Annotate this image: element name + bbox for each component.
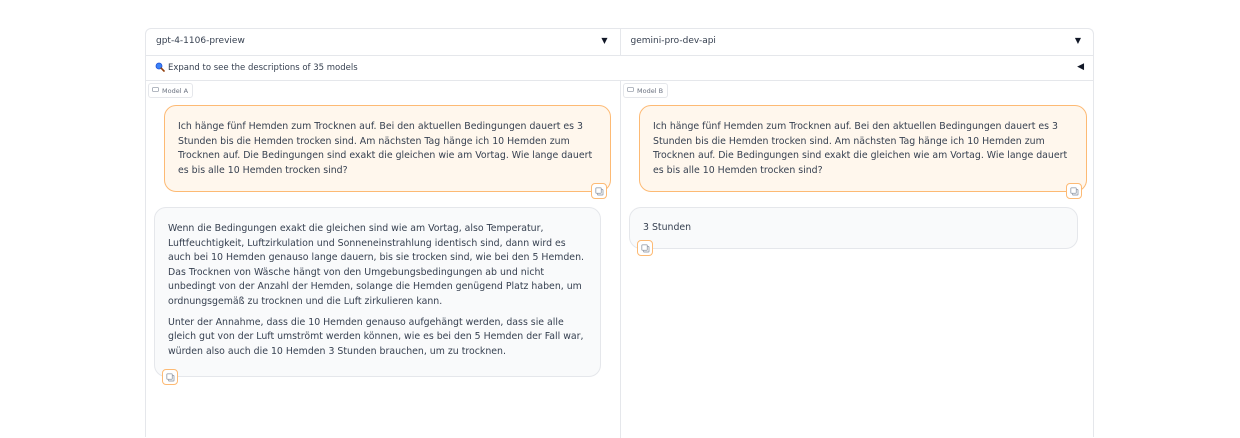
panel-label-text: Model B — [637, 86, 664, 95]
chat-bubble-icon — [627, 86, 634, 95]
bot-message: Wenn die Bedingungen exakt die gleichen … — [154, 207, 601, 377]
user-message: Ich hänge fünf Hemden zum Trocknen auf. … — [639, 105, 1087, 192]
panel-label-model-a: Model A — [148, 83, 194, 98]
user-message-text: Ich hänge fünf Hemden zum Trocknen auf. … — [653, 121, 1068, 176]
copy-icon — [165, 372, 174, 381]
model-a-selected-value: gpt-4-1106-preview — [156, 36, 245, 46]
model-descriptions-accordion[interactable]: Expand to see the descriptions of 35 mod… — [146, 56, 1093, 81]
bot-message-paragraph: Unter der Annahme, dass die 10 Hemden ge… — [168, 316, 584, 357]
model-b-selected-value: gemini-pro-dev-api — [630, 36, 716, 46]
copy-button[interactable] — [1066, 183, 1082, 199]
copy-icon — [594, 186, 603, 195]
copy-icon — [640, 243, 649, 252]
caret-down-icon: ▼ — [601, 36, 608, 45]
magnifier-icon — [155, 62, 165, 75]
bot-message-paragraph: 3 Stunden — [643, 222, 692, 233]
model-a-dropdown[interactable]: gpt-4-1106-preview ▼ — [146, 29, 620, 55]
copy-button[interactable] — [637, 240, 653, 256]
model-b-dropdown[interactable]: gemini-pro-dev-api ▼ — [619, 29, 1094, 55]
caret-down-icon: ▼ — [1074, 36, 1081, 45]
copy-button[interactable] — [162, 369, 178, 385]
arena-frame: gpt-4-1106-preview ▼ gemini-pro-dev-api … — [145, 28, 1095, 438]
user-message: Ich hänge fünf Hemden zum Trocknen auf. … — [164, 105, 611, 192]
chatbot-panel-model-a: Model A Ich hänge fünf Hemden zum Trockn… — [146, 81, 620, 438]
panel-label-model-b: Model B — [623, 83, 669, 98]
triangle-left-icon[interactable]: ◀ — [1077, 62, 1084, 72]
chatbot-panel-model-b: Model B Ich hänge fünf Hemden zum Trockn… — [620, 81, 1095, 438]
copy-icon — [1069, 186, 1078, 195]
user-message-text: Ich hänge fünf Hemden zum Trocknen auf. … — [178, 121, 593, 176]
accordion-label: Expand to see the descriptions of 35 mod… — [168, 63, 358, 73]
copy-button[interactable] — [591, 183, 607, 199]
model-selector-row: gpt-4-1106-preview ▼ gemini-pro-dev-api … — [146, 29, 1093, 56]
bot-message-paragraph: Wenn die Bedingungen exakt die gleichen … — [168, 223, 584, 307]
chat-bubble-icon — [152, 86, 159, 95]
panel-label-text: Model A — [162, 86, 189, 95]
bot-message: 3 Stunden — [629, 207, 1078, 249]
